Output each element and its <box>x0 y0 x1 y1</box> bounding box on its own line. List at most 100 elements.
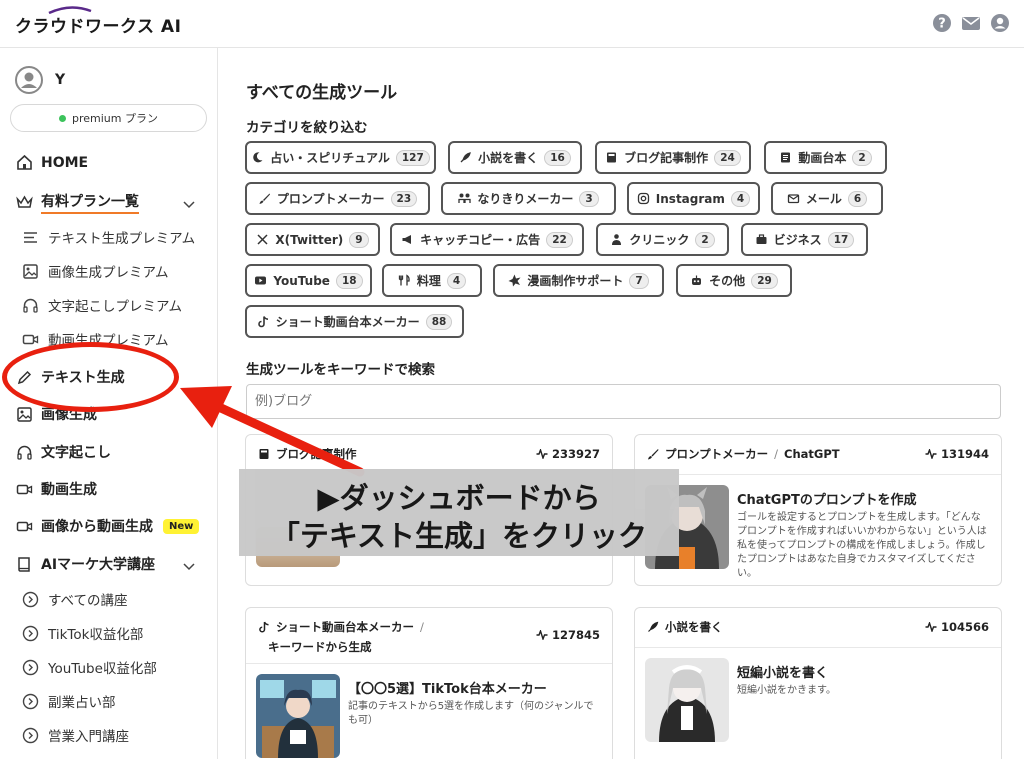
help-icon[interactable]: ? <box>932 13 952 33</box>
chevron-down-icon[interactable] <box>183 560 195 572</box>
mail-icon[interactable] <box>961 13 981 33</box>
sidebar-item-paid-plans[interactable]: 有料プラン一覧 <box>16 191 139 214</box>
people-icon <box>458 193 471 203</box>
sidebar-item-video-generation[interactable]: 動画生成 <box>16 479 97 499</box>
brush-icon <box>259 193 270 204</box>
briefcase-icon <box>756 234 767 244</box>
sidebar-item-tiktok-course[interactable]: TikTok収益化部 <box>22 623 143 643</box>
chip-label: ビジネス <box>773 233 822 247</box>
sidebar-item-label: TikTok収益化部 <box>48 627 144 643</box>
category-chip[interactable]: なりきりメーカー 3 <box>441 182 616 215</box>
chip-count: 17 <box>827 231 855 248</box>
plan-label: premium プラン <box>72 112 158 125</box>
category-chip[interactable]: 占い・スピリチュアル 127 <box>245 141 436 174</box>
plan-badge[interactable]: premium プラン <box>10 104 207 132</box>
sidebar-item-home[interactable]: HOME <box>16 154 88 171</box>
sidebar-item-image-premium[interactable]: 画像生成プレミアム <box>22 261 169 281</box>
headphones-icon <box>17 445 32 460</box>
image-icon <box>23 263 38 279</box>
sidebar-item-label: 副業占い部 <box>48 695 116 711</box>
category-chip[interactable]: Instagram 4 <box>627 182 760 215</box>
activity-icon <box>536 630 548 640</box>
sidebar-item-all-courses[interactable]: すべての講座 <box>22 589 128 609</box>
category-chip[interactable]: 動画台本 2 <box>764 141 887 174</box>
sidebar-item-label: YouTube収益化部 <box>48 661 157 677</box>
megaphone-icon <box>402 235 412 244</box>
card-title: 【〇〇5選】TikTok台本メーカー <box>348 682 547 697</box>
mail-icon <box>787 194 799 204</box>
chip-label: 動画台本 <box>798 151 847 165</box>
chevron-down-icon[interactable] <box>183 198 195 210</box>
tool-card[interactable]: ショート動画台本メーカー / キーワードから生成 127845 【〇〇5選】Ti… <box>245 607 613 759</box>
sidebar-item-text-premium[interactable]: テキスト生成プレミアム <box>22 227 195 247</box>
sidebar-item-ai-marketing-university[interactable]: AIマーケ大学講座 <box>16 554 155 574</box>
tiktok-icon <box>257 316 268 328</box>
category-chip[interactable]: ビジネス 17 <box>741 223 868 256</box>
card-subcategory: ChatGPT <box>784 447 840 461</box>
chip-count: 29 <box>751 272 778 289</box>
pointer-arrow-icon <box>180 386 365 477</box>
burst-icon <box>508 274 521 287</box>
callout-line-1: ▶ダッシュボードから <box>317 481 601 515</box>
top-header: クラウドワークス AI ? <box>0 0 1024 48</box>
sidebar-item-label: 文字起こし <box>41 445 111 461</box>
category-chip[interactable]: メール 6 <box>771 182 883 215</box>
headphones-icon <box>23 298 38 313</box>
card-header: ショート動画台本メーカー / キーワードから生成 127845 <box>246 608 612 664</box>
category-chip[interactable]: X(Twitter) 9 <box>245 223 380 256</box>
card-header: 小説を書く 104566 <box>635 608 1001 648</box>
category-chip[interactable]: 料理 4 <box>382 264 482 297</box>
tool-card[interactable]: プロンプトメーカー / ChatGPT 131944 ChatGPTのプロンプト… <box>634 434 1002 586</box>
category-chip[interactable]: 漫画制作サポート 7 <box>493 264 664 297</box>
cutlery-icon <box>398 274 410 286</box>
chip-label: メール <box>805 192 842 206</box>
crown-icon <box>16 195 33 208</box>
chip-label: ショート動画台本メーカー <box>275 315 420 329</box>
card-header: プロンプトメーカー / ChatGPT 131944 <box>635 435 1001 475</box>
account-icon[interactable] <box>990 13 1010 33</box>
category-chip[interactable]: その他 29 <box>676 264 792 297</box>
sidebar-item-transcribe-premium[interactable]: 文字起こしプレミアム <box>22 295 182 315</box>
chip-label: 料理 <box>416 274 441 288</box>
chip-label: X(Twitter) <box>275 232 344 247</box>
sidebar-item-fortune-course[interactable]: 副業占い部 <box>22 691 116 711</box>
chip-label: 漫画制作サポート <box>527 274 624 288</box>
chip-label: 占い・スピリチュアル <box>270 151 390 165</box>
category-chip[interactable]: クリニック 2 <box>596 223 729 256</box>
category-chip[interactable]: プロンプトメーカー 23 <box>245 182 430 215</box>
usage-count: 127845 <box>536 628 600 642</box>
card-category: ショート動画台本メーカー <box>276 620 414 634</box>
chip-count: 4 <box>446 272 467 289</box>
script-icon <box>781 152 791 163</box>
chevron-circle-icon <box>22 625 39 641</box>
image-icon <box>17 406 32 422</box>
sidebar-item-youtube-course[interactable]: YouTube収益化部 <box>22 657 157 677</box>
usage-count-value: 104566 <box>940 620 989 634</box>
chip-count: 4 <box>730 190 751 207</box>
chip-count: 24 <box>714 149 741 166</box>
category-chip[interactable]: 小説を書く 16 <box>448 141 582 174</box>
chip-label: プロンプトメーカー <box>276 192 385 206</box>
chevron-circle-icon <box>22 727 39 743</box>
app-logo[interactable]: クラウドワークス AI <box>15 12 181 37</box>
x-icon <box>257 234 268 245</box>
sidebar-item-sales-course[interactable]: 営業入門講座 <box>22 725 129 745</box>
tool-card[interactable]: 小説を書く 104566 短編小説を書く 短編小説をかきます。 <box>634 607 1002 759</box>
category-chip[interactable]: ブログ記事制作 24 <box>595 141 751 174</box>
highlight-ellipse <box>2 342 179 412</box>
category-chip[interactable]: キャッチコピー・広告 22 <box>390 223 584 256</box>
chip-label: 小説を書く <box>478 151 539 165</box>
chip-count: 9 <box>349 231 369 248</box>
sidebar-item-transcription[interactable]: 文字起こし <box>16 442 111 462</box>
robot-icon <box>692 275 702 285</box>
tiktok-icon <box>259 621 269 633</box>
user-profile[interactable]: Y <box>15 66 65 94</box>
category-filter-label: カテゴリを絞り込む <box>246 120 368 136</box>
book-icon <box>18 556 30 572</box>
category-chip[interactable]: YouTube 18 <box>245 264 372 297</box>
chip-count: 16 <box>544 149 571 166</box>
chip-label: ブログ記事制作 <box>624 151 709 165</box>
category-chip[interactable]: ショート動画台本メーカー 88 <box>245 305 464 338</box>
sidebar-item-image-to-video[interactable]: 画像から動画生成 New <box>16 516 200 536</box>
sidebar-item-label: テキスト生成プレミアム <box>48 231 196 247</box>
